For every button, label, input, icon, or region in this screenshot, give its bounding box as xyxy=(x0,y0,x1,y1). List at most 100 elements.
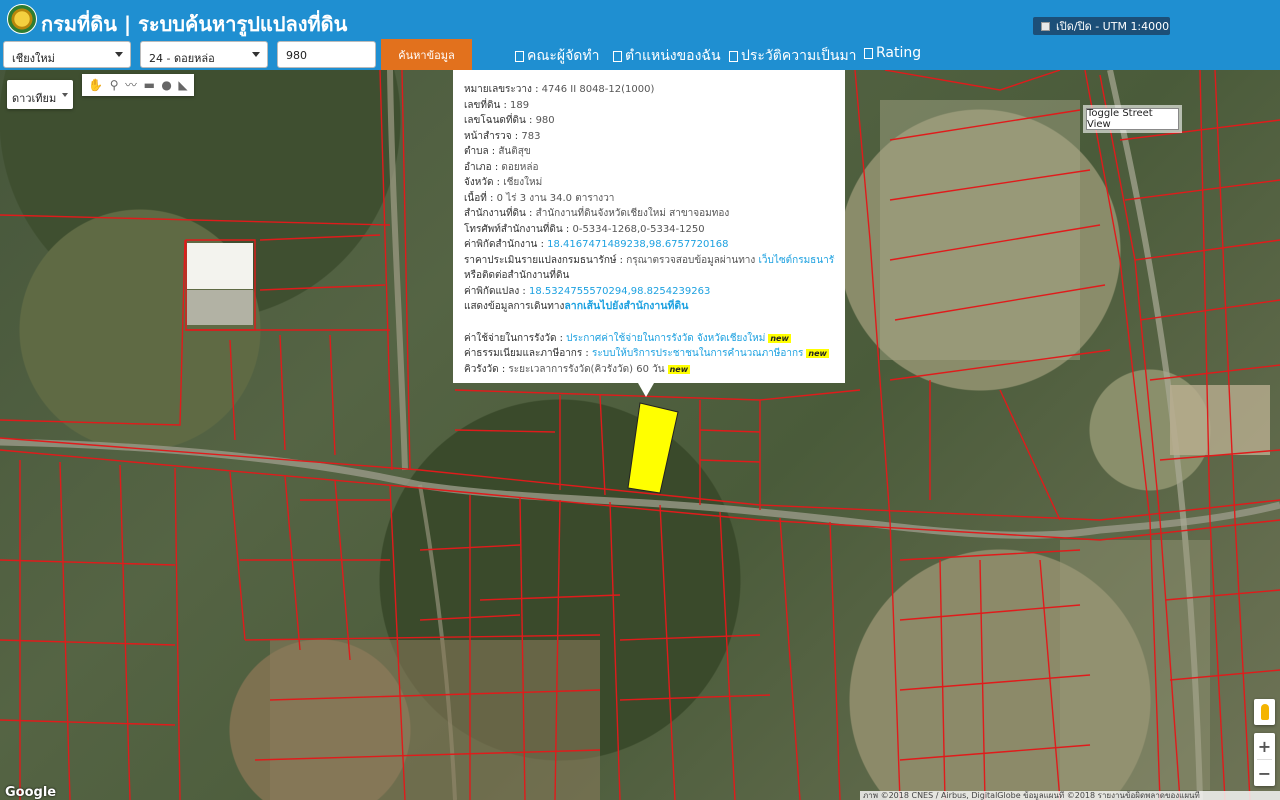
drawing-toolbar: ✋ ⚲ 〰 ▬ ● ◣ xyxy=(82,74,194,96)
parcel-boundary-line xyxy=(259,284,386,291)
parcel-boundary-line xyxy=(174,467,181,800)
parcel-boundary-line xyxy=(599,394,606,496)
nav-item-label: ประวัติความเป็นมา xyxy=(741,48,857,64)
info-row-area: เนื้อที่ : 0 ไร่ 3 งาน 34.0 ตารางวา xyxy=(464,192,615,204)
province-select[interactable]: เชียงใหม่ xyxy=(3,41,131,68)
info-label: คิวรังวัด xyxy=(464,363,499,375)
parcel-boundary-line xyxy=(619,694,771,701)
nav-checkbox-icon xyxy=(515,50,524,62)
info-row-phone: โทรศัพท์สำนักงานที่ดิน : 0-5334-1268,0-5… xyxy=(464,223,705,235)
info-value: สำนักงานที่ดินจังหวัดเชียงใหม่ สาขาจอมทอ… xyxy=(535,208,730,219)
info-row-fee: ค่าใช้จ่ายในการรังวัด : ประกาศค่าใช้จ่าย… xyxy=(464,332,791,344)
nav-item-team[interactable]: คณะผู้จัดทำ xyxy=(515,45,599,67)
parcel-info-popup: หมายเลขระวาง : 4746 II 8048-12(1000) เลข… xyxy=(453,70,845,397)
parcel-number-value: 980 xyxy=(286,49,307,62)
parcel-coordinate-link[interactable]: 18.5324755570294,98.8254239263 xyxy=(529,286,710,297)
tax-calculation-link[interactable]: ระบบให้บริการประชาชนในการคำนวณภาษีอากร xyxy=(592,348,803,359)
utm-checkbox[interactable] xyxy=(1041,21,1050,31)
parcel-boundary-line xyxy=(229,339,236,441)
map-type-select[interactable]: ดาวเทียม xyxy=(7,80,73,109)
parcel-boundary-line xyxy=(454,429,556,433)
info-value: ระยะเวลาการรังวัด(คิวรังวัด) 60 วัน xyxy=(508,363,665,375)
polygon-icon[interactable]: ◣ xyxy=(178,79,187,91)
new-badge: new xyxy=(667,364,691,374)
nav-item-my-location[interactable]: ตำแหน่งของฉัน xyxy=(613,45,721,67)
info-value: 4746 II 8048-12(1000) xyxy=(541,84,655,95)
chevron-down-icon xyxy=(62,93,68,97)
new-badge: new xyxy=(806,349,829,358)
map-attribution: ภาพ ©2018 CNES / Airbus, DigitalGlobe ข้… xyxy=(860,791,1280,800)
info-label: ค่าพิกัดแปลง xyxy=(464,285,520,297)
info-row-price-contact: หรือติดต่อสำนักงานที่ดิน xyxy=(464,268,835,284)
parcel-boundary-line xyxy=(1149,364,1280,381)
circle-icon[interactable]: ● xyxy=(161,79,171,91)
info-row-map-sheet: หมายเลขระวาง : 4746 II 8048-12(1000) xyxy=(464,84,655,95)
top-bar: กรมที่ดิน | ระบบค้นหารูปแปลงที่ดิน เปิด/… xyxy=(0,0,1280,70)
info-value: เชียงใหม่ xyxy=(503,177,543,188)
survey-fee-link[interactable]: ประกาศค่าใช้จ่ายในการรังวัด จังหวัดเชียง… xyxy=(566,333,765,344)
parcel-boundary-line xyxy=(979,559,986,800)
info-value: 980 xyxy=(535,115,555,126)
info-row-province: จังหวัด : เชียงใหม่ xyxy=(464,177,543,188)
zoom-in-button[interactable]: + xyxy=(1254,733,1275,759)
parcel-boundary-line xyxy=(939,559,946,800)
info-value: 0 ไร่ 3 งาน 34.0 ตารางวา xyxy=(496,192,615,204)
parcel-boundary-line xyxy=(0,559,176,566)
info-label: ค่าใช้จ่ายในการรังวัด xyxy=(464,332,557,344)
office-coordinate-link[interactable]: 18.4167471489238,98.6757720168 xyxy=(547,239,728,250)
nav-item-label: คณะผู้จัดทำ xyxy=(527,48,600,64)
nav-checkbox-icon xyxy=(729,50,738,62)
utm-toggle-label: เปิด/ปิด - UTM 1:4000 xyxy=(1056,20,1170,33)
parcel-boundary-line xyxy=(1039,559,1061,800)
parcel-boundary-line xyxy=(759,389,861,401)
info-label: เนื้อที่ xyxy=(464,192,487,204)
polyline-icon[interactable]: 〰 xyxy=(125,79,137,91)
toggle-street-view-button[interactable]: Toggle Street View xyxy=(1086,108,1179,130)
search-button[interactable]: ค้นหาข้อมูล xyxy=(381,39,472,70)
parcel-boundary-line xyxy=(454,389,761,401)
treasury-website-link[interactable]: เว็บไซต์กรมธนารักษ์ xyxy=(758,255,835,266)
parcel-boundary-line xyxy=(779,517,801,800)
nav-checkbox-icon xyxy=(864,47,873,59)
info-label: แสดงข้อมูลการเดินทาง xyxy=(464,301,565,312)
info-value: กรุณาตรวจสอบข้อมูลผ่านทาง xyxy=(626,254,756,266)
parcel-boundary-line xyxy=(329,334,336,456)
rectangle-icon[interactable]: ▬ xyxy=(144,79,155,91)
parcel-boundary-line xyxy=(609,501,621,800)
info-row-price: ราคาประเมินรายแปลงกรมธนารักษ์ : กรุณาตรว… xyxy=(464,253,835,269)
parcel-boundary-line xyxy=(0,239,186,426)
info-label: ตำบล xyxy=(464,146,489,157)
marker-icon[interactable]: ⚲ xyxy=(110,79,119,91)
info-label: เลขที่ดิน xyxy=(464,99,501,111)
parcel-boundary-line xyxy=(899,604,1081,621)
nav-item-rating[interactable]: Rating xyxy=(864,45,921,61)
info-label: หน้าสำรวจ xyxy=(464,130,512,142)
info-value: 0-5334-1268,0-5334-1250 xyxy=(572,223,705,235)
parcel-boundary-line xyxy=(699,459,761,463)
chevron-down-icon xyxy=(252,52,260,57)
parcel-boundary-line xyxy=(334,479,351,661)
parcel-boundary-line xyxy=(1139,299,1280,321)
district-select[interactable]: 24 - ดอยหล่อ xyxy=(140,41,268,68)
department-logo xyxy=(7,4,37,34)
route-to-office-link[interactable]: ลากเส้นไปยังสำนักงานที่ดิน xyxy=(564,300,688,312)
info-label: โทรศัพท์สำนักงานที่ดิน xyxy=(464,223,563,235)
google-logo: Google xyxy=(5,785,57,800)
info-value: หรือติดต่อสำนักงานที่ดิน xyxy=(464,270,570,281)
parcel-number-input[interactable]: 980 xyxy=(277,41,376,68)
parcel-boundary-line xyxy=(119,464,131,800)
info-label: เลขโฉนดที่ดิน xyxy=(464,115,526,126)
hand-icon[interactable]: ✋ xyxy=(88,79,103,91)
nav-item-label: Rating xyxy=(876,45,922,61)
info-row-queue: คิวรังวัด : ระยะเวลาการรังวัด(คิวรังวัด)… xyxy=(464,363,691,375)
utm-toggle[interactable]: เปิด/ปิด - UTM 1:4000 xyxy=(1033,17,1170,35)
info-label: จังหวัด xyxy=(464,177,494,188)
info-row-office: สำนักงานที่ดิน : สำนักงานที่ดินจังหวัดเช… xyxy=(464,208,730,219)
info-label: ค่าธรรมเนียมและภาษีอากร xyxy=(464,348,583,359)
zoom-control: + − xyxy=(1254,733,1275,786)
info-row-parcel-coord: ค่าพิกัดแปลง : 18.5324755570294,98.82542… xyxy=(464,285,711,297)
nav-item-history[interactable]: ประวัติความเป็นมา xyxy=(729,45,857,67)
info-label: ค่าพิกัดสำนักงาน xyxy=(464,239,538,250)
pegman-icon[interactable] xyxy=(1254,699,1275,725)
zoom-out-button[interactable]: − xyxy=(1254,760,1275,786)
